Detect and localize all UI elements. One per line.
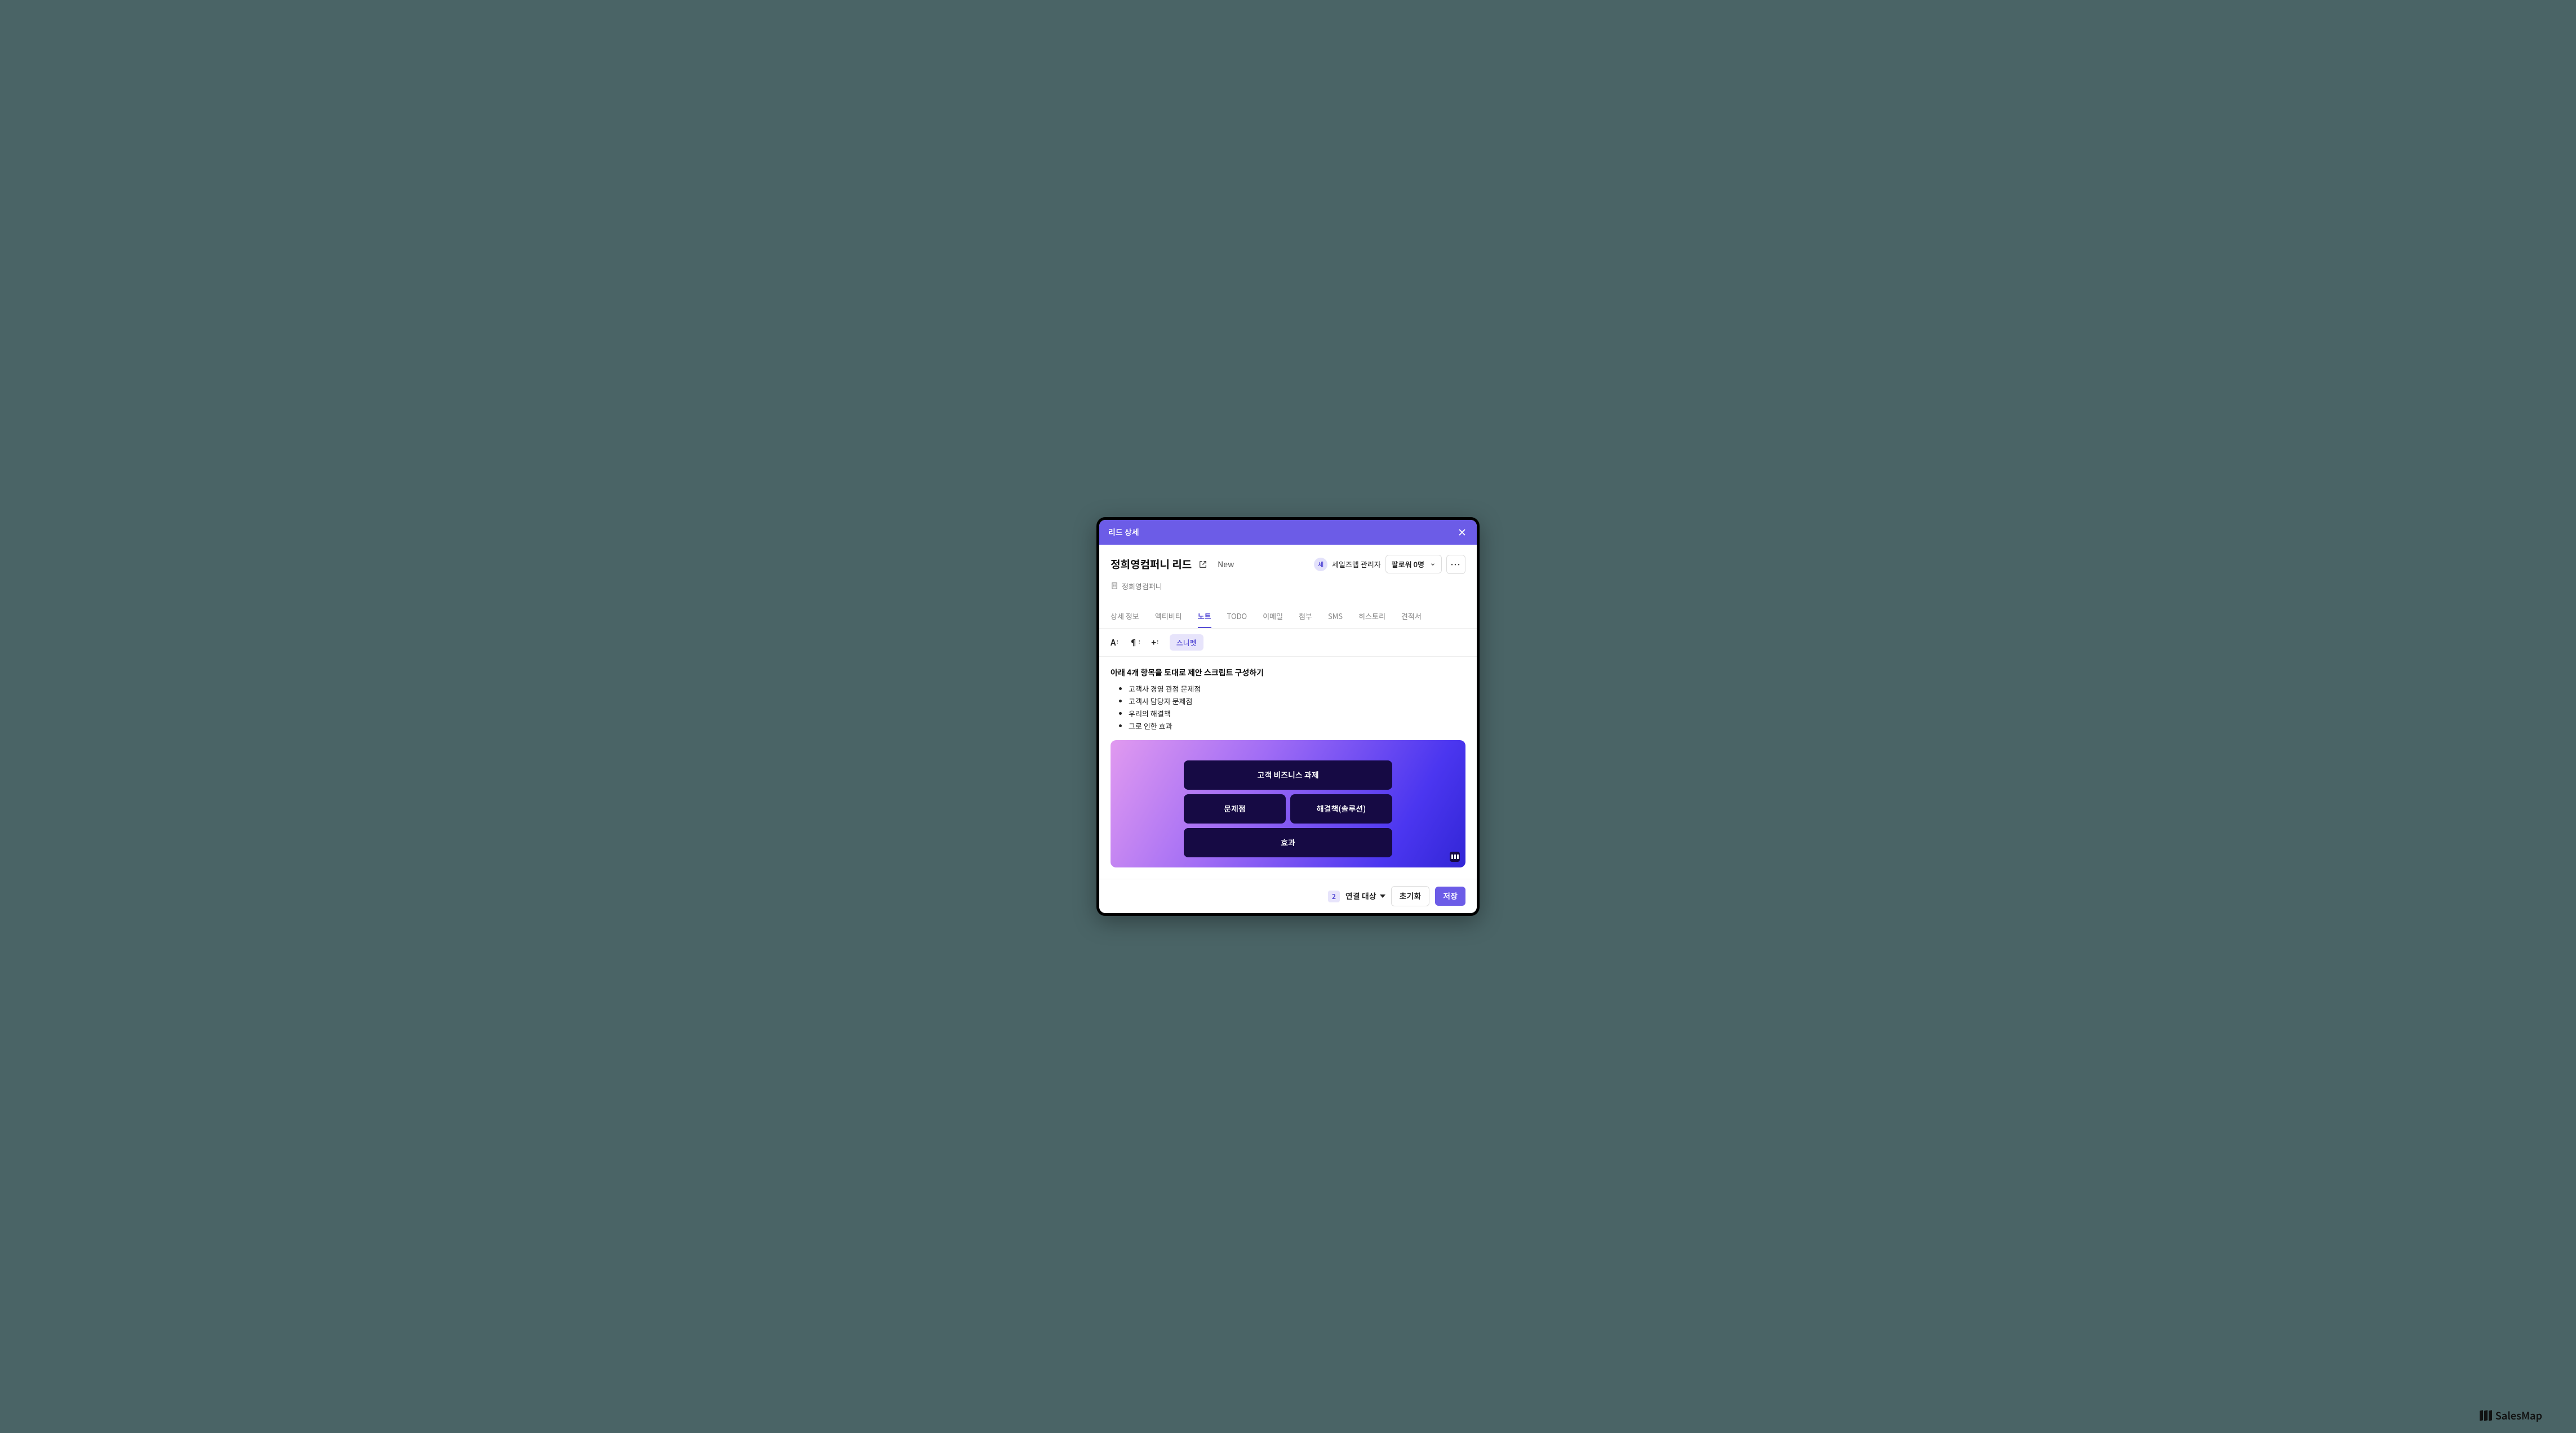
diagram-card-bottom: 효과	[1184, 828, 1392, 857]
triangle-down-icon	[1380, 894, 1385, 898]
followers-button[interactable]: 팔로워 0명	[1385, 555, 1442, 573]
diagram-card-left: 문제점	[1184, 794, 1286, 824]
tab-activity[interactable]: 액티비티	[1155, 605, 1182, 628]
tool-dropdown-icon: ⠇	[1157, 639, 1160, 646]
dots-icon: ⋯	[1450, 557, 1462, 572]
more-menu-button[interactable]: ⋯	[1446, 555, 1465, 574]
diagram-options-icon[interactable]	[1450, 852, 1460, 862]
paragraph-icon: ¶	[1129, 637, 1138, 648]
tab-quote[interactable]: 견적서	[1401, 605, 1422, 628]
diagram-row-top: 고객 비즈니스 과제	[1184, 760, 1392, 790]
tabs: 상세 정보 액티비티 노트 TODO 이메일 첨부 SMS 히스토리 견적서	[1099, 605, 1477, 629]
link-target-label: 연결 대상	[1345, 891, 1376, 902]
plus-icon: +	[1151, 637, 1156, 648]
chevron-down-icon	[1430, 562, 1436, 567]
modal-content: 정희영컴퍼니 리드 New 세 세일즈맵 관리자 팔로워 0명 ⋯	[1099, 545, 1477, 913]
open-external-icon[interactable]	[1198, 560, 1207, 569]
diagram-card-right: 해결책(솔루션)	[1290, 794, 1392, 824]
snippet-button[interactable]: 스니펫	[1170, 634, 1203, 651]
modal-title: 리드 상세	[1108, 527, 1139, 538]
owner-avatar: 세	[1314, 558, 1327, 571]
tab-sms[interactable]: SMS	[1328, 605, 1343, 628]
tab-detail[interactable]: 상세 정보	[1111, 605, 1139, 628]
diagram-card-top: 고객 비즈니스 과제	[1184, 760, 1392, 790]
tab-todo[interactable]: TODO	[1227, 605, 1247, 628]
list-item: 우리의 해결책	[1129, 707, 1465, 720]
tool-dropdown-icon: ⠇	[1138, 639, 1141, 646]
note-editor[interactable]: 아래 4개 항목을 토대로 제안 스크립트 구성하기 고객사 경영 관점 문제점…	[1099, 657, 1477, 879]
tab-note[interactable]: 노트	[1198, 605, 1211, 628]
diagram-row-mid: 문제점 해결책(솔루션)	[1184, 794, 1392, 824]
note-heading: 아래 4개 항목을 토대로 제안 스크립트 구성하기	[1111, 667, 1465, 678]
text-style-button[interactable]: A⠇	[1111, 637, 1119, 648]
owner-block: 세 세일즈맵 관리자 팔로워 0명 ⋯	[1314, 555, 1465, 574]
lead-detail-modal: 리드 상세 정희영컴퍼니 리드 New 세 세일즈맵 관리자 팔로워 0명	[1096, 517, 1480, 916]
note-bullet-list: 고객사 경영 관점 문제점 고객사 담당자 문제점 우리의 해결책 그로 인한 …	[1111, 683, 1465, 732]
modal-footer: 2 연결 대상 초기화 저장	[1099, 879, 1477, 913]
diagram-block: 고객 비즈니스 과제 문제점 해결책(솔루션) 효과	[1111, 740, 1465, 867]
paragraph-button[interactable]: ¶⠇	[1129, 637, 1141, 648]
editor-toolbar: A⠇ ¶⠇ +⠇ 스니펫	[1099, 629, 1477, 657]
close-icon	[1456, 527, 1468, 538]
diagram-row-bottom: 효과	[1184, 828, 1392, 857]
tab-history[interactable]: 히스토리	[1358, 605, 1385, 628]
tab-attachment[interactable]: 첨부	[1299, 605, 1312, 628]
list-item: 고객사 경영 관점 문제점	[1129, 683, 1465, 695]
brand-name: SalesMap	[2495, 1408, 2542, 1423]
owner-name: 세일즈맵 관리자	[1332, 559, 1381, 569]
tool-dropdown-icon: ⠇	[1116, 639, 1119, 646]
followers-label: 팔로워 0명	[1392, 559, 1424, 569]
tab-email[interactable]: 이메일	[1263, 605, 1283, 628]
list-item: 고객사 담당자 문제점	[1129, 695, 1465, 707]
modal-header: 리드 상세	[1099, 520, 1477, 545]
reset-button[interactable]: 초기화	[1391, 886, 1430, 906]
brand-logo-icon	[2480, 1410, 2492, 1421]
lead-header: 정희영컴퍼니 리드 New 세 세일즈맵 관리자 팔로워 0명 ⋯	[1099, 545, 1477, 597]
company-name: 정희영컴퍼니	[1122, 581, 1162, 591]
insert-button[interactable]: +⠇	[1151, 637, 1160, 648]
status-badge: New	[1218, 559, 1234, 570]
brand-watermark: SalesMap	[2480, 1408, 2542, 1423]
list-item: 그로 인한 효과	[1129, 720, 1465, 732]
link-target-select[interactable]: 연결 대상	[1345, 891, 1385, 902]
lead-title-row: 정희영컴퍼니 리드 New 세 세일즈맵 관리자 팔로워 0명 ⋯	[1111, 555, 1465, 574]
lead-title: 정희영컴퍼니 리드	[1111, 557, 1192, 572]
save-button[interactable]: 저장	[1435, 887, 1465, 906]
close-button[interactable]	[1456, 527, 1468, 538]
link-count-badge: 2	[1328, 891, 1340, 902]
building-icon	[1111, 582, 1118, 590]
text-style-icon: A	[1111, 637, 1116, 648]
company-row[interactable]: 정희영컴퍼니	[1111, 581, 1465, 591]
